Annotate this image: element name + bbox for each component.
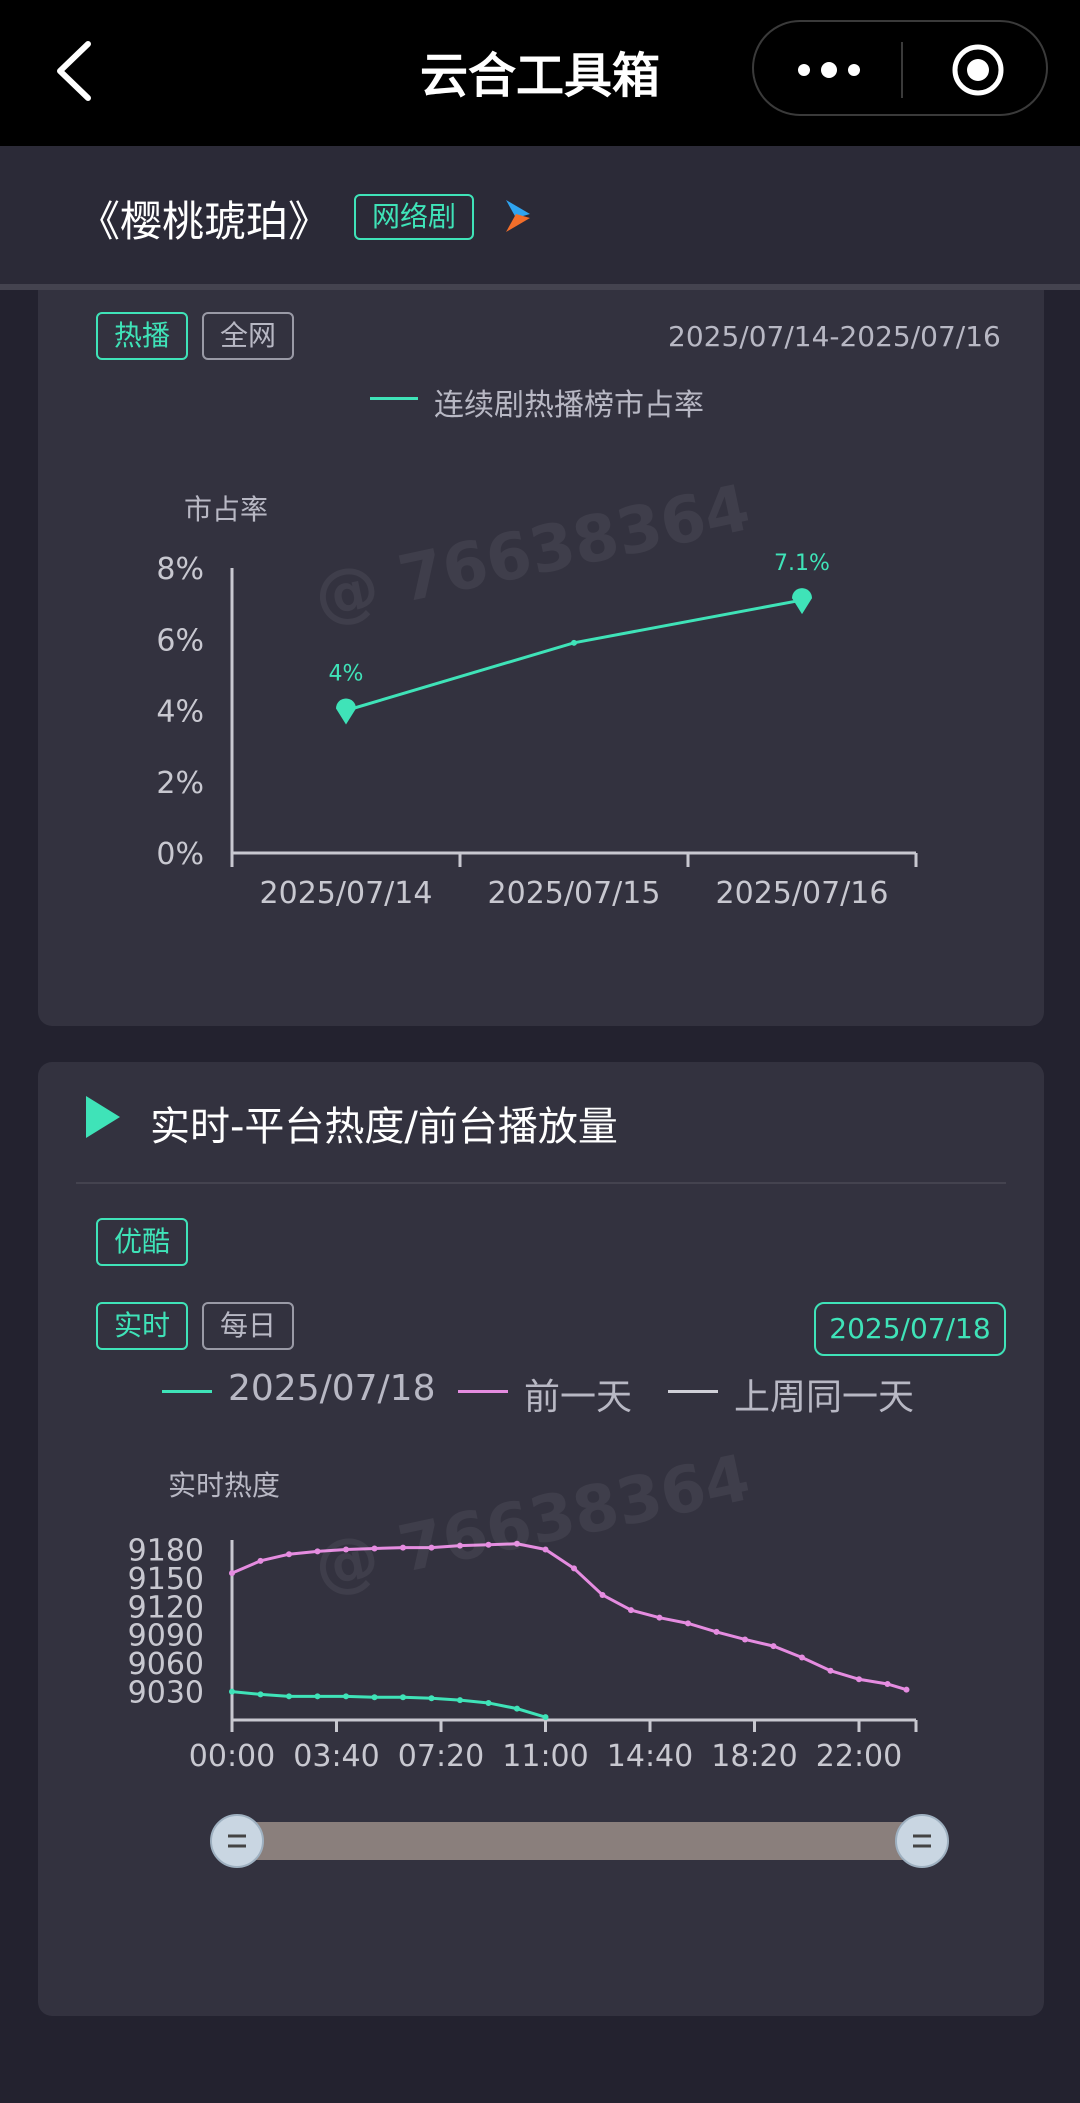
x-tick-label: 03:40 bbox=[293, 1739, 379, 1774]
realtime-heat-chart: 90309060909091209150918000:00 03:40 07:20 1… bbox=[128, 1441, 918, 1774]
x-tick-label: 18:20 bbox=[711, 1739, 797, 1774]
data-point bbox=[229, 1688, 235, 1695]
data-point bbox=[229, 1570, 235, 1577]
zoom-slider-right-handle[interactable] bbox=[895, 1814, 949, 1868]
data-point bbox=[314, 1693, 321, 1700]
data-point bbox=[257, 1691, 264, 1698]
data-point bbox=[571, 1565, 577, 1572]
data-point bbox=[742, 1636, 748, 1643]
data-point bbox=[903, 1686, 910, 1693]
data-point bbox=[542, 1714, 549, 1721]
data-point bbox=[884, 1681, 891, 1687]
x-tick-label: 22:00 bbox=[816, 1739, 902, 1774]
y-tick-label: 9180 bbox=[128, 1533, 204, 1568]
zoom-slider-track[interactable] bbox=[234, 1822, 922, 1860]
data-point bbox=[343, 1693, 349, 1700]
data-point bbox=[400, 1694, 406, 1701]
data-point bbox=[514, 1705, 520, 1712]
watermark: @ 76638364 bbox=[308, 1441, 756, 1605]
data-point bbox=[799, 1654, 805, 1661]
series-line bbox=[231, 1690, 546, 1719]
data-point bbox=[286, 1693, 292, 1700]
x-tick-label: 14:40 bbox=[607, 1739, 693, 1774]
data-point bbox=[257, 1557, 264, 1564]
data-point bbox=[713, 1628, 720, 1635]
x-tick-label: 07:20 bbox=[398, 1739, 484, 1774]
data-point bbox=[457, 1697, 463, 1704]
data-point bbox=[599, 1591, 606, 1598]
x-tick-label: 11:00 bbox=[502, 1739, 588, 1774]
drag-handle-icon bbox=[913, 1834, 931, 1848]
drag-handle-icon bbox=[228, 1834, 246, 1848]
data-point bbox=[428, 1695, 435, 1702]
data-point bbox=[628, 1607, 634, 1614]
data-point bbox=[485, 1699, 492, 1706]
data-point bbox=[685, 1620, 691, 1627]
data-point bbox=[371, 1694, 378, 1701]
data-point bbox=[770, 1643, 777, 1650]
data-point bbox=[856, 1676, 862, 1683]
data-point bbox=[286, 1551, 292, 1558]
data-point bbox=[656, 1614, 663, 1621]
zoom-slider-left-handle[interactable] bbox=[210, 1814, 264, 1868]
x-tick-label: 00:00 bbox=[189, 1739, 275, 1774]
data-point bbox=[827, 1667, 834, 1674]
